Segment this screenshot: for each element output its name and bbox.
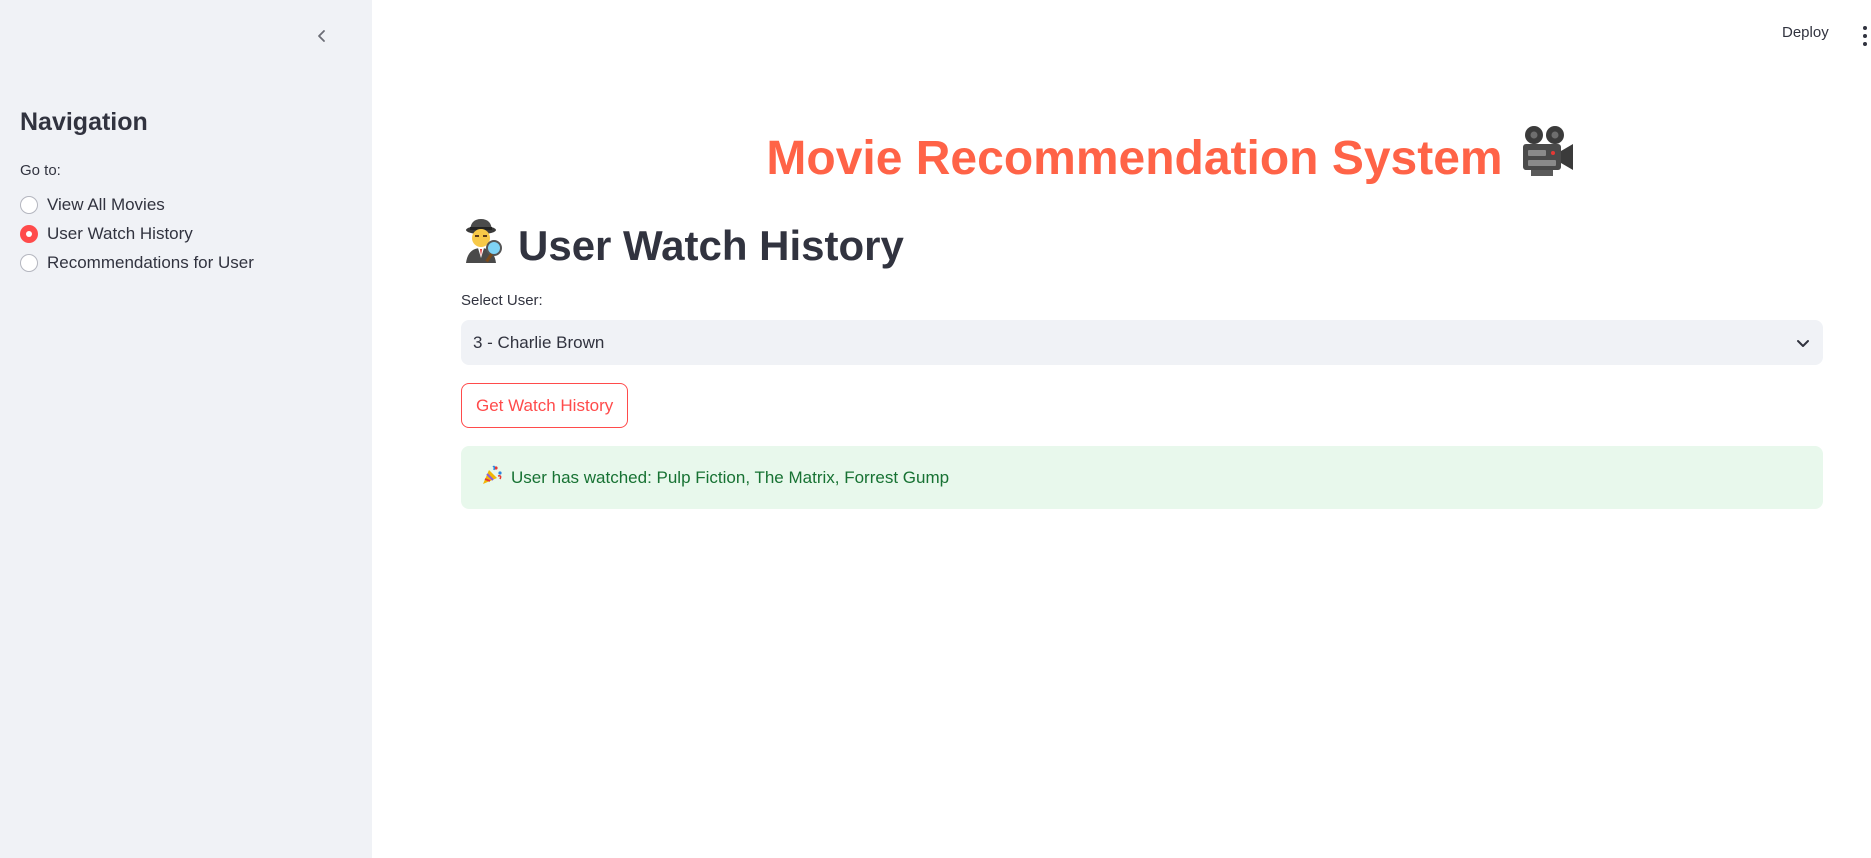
section-title: User Watch History (518, 222, 904, 269)
kebab-dot (1863, 42, 1867, 46)
movie-camera-icon (1517, 124, 1577, 192)
page-title-row: Movie Recommendation System (372, 124, 1871, 192)
get-watch-history-button[interactable]: Get Watch History (461, 383, 629, 428)
section-title-row: User Watch History (460, 218, 904, 274)
chevron-down-icon (1797, 339, 1809, 347)
chevron-left-icon (318, 30, 325, 42)
select-user-value: 3 - Charlie Brown (473, 332, 605, 352)
radio-option-view-all-movies[interactable]: View All Movies (20, 190, 254, 219)
collapse-sidebar-button[interactable] (308, 22, 336, 50)
goto-label: Go to: (20, 162, 61, 179)
radio-option-recommendations-for-user[interactable]: Recommendations for User (20, 248, 254, 277)
navigation-radio-group: View All Movies User Watch History Recom… (20, 190, 254, 277)
radio-option-user-watch-history[interactable]: User Watch History (20, 219, 254, 248)
select-user-dropdown[interactable]: 3 - Charlie Brown (461, 320, 1823, 365)
radio-button-selected[interactable] (20, 224, 38, 243)
select-user-label: Select User: (461, 292, 543, 309)
radio-button[interactable] (20, 253, 38, 272)
detective-icon (460, 218, 506, 274)
party-popper-icon (481, 464, 503, 491)
sidebar: Navigation Go to: View All Movies User W… (0, 0, 372, 858)
deploy-button[interactable]: Deploy (1782, 24, 1829, 41)
app: Navigation Go to: View All Movies User W… (0, 0, 1871, 858)
kebab-menu-icon[interactable] (1862, 26, 1868, 46)
radio-label: View All Movies (47, 194, 165, 214)
success-alert: User has watched: Pulp Fiction, The Matr… (461, 446, 1823, 509)
radio-button[interactable] (20, 195, 38, 214)
page-title: Movie Recommendation System (766, 131, 1503, 185)
sidebar-title: Navigation (20, 108, 148, 136)
radio-label: User Watch History (47, 223, 193, 243)
kebab-dot (1863, 26, 1867, 30)
radio-label: Recommendations for User (47, 252, 254, 272)
kebab-dot (1863, 34, 1867, 38)
watch-history-result-text: User has watched: Pulp Fiction, The Matr… (511, 467, 950, 487)
